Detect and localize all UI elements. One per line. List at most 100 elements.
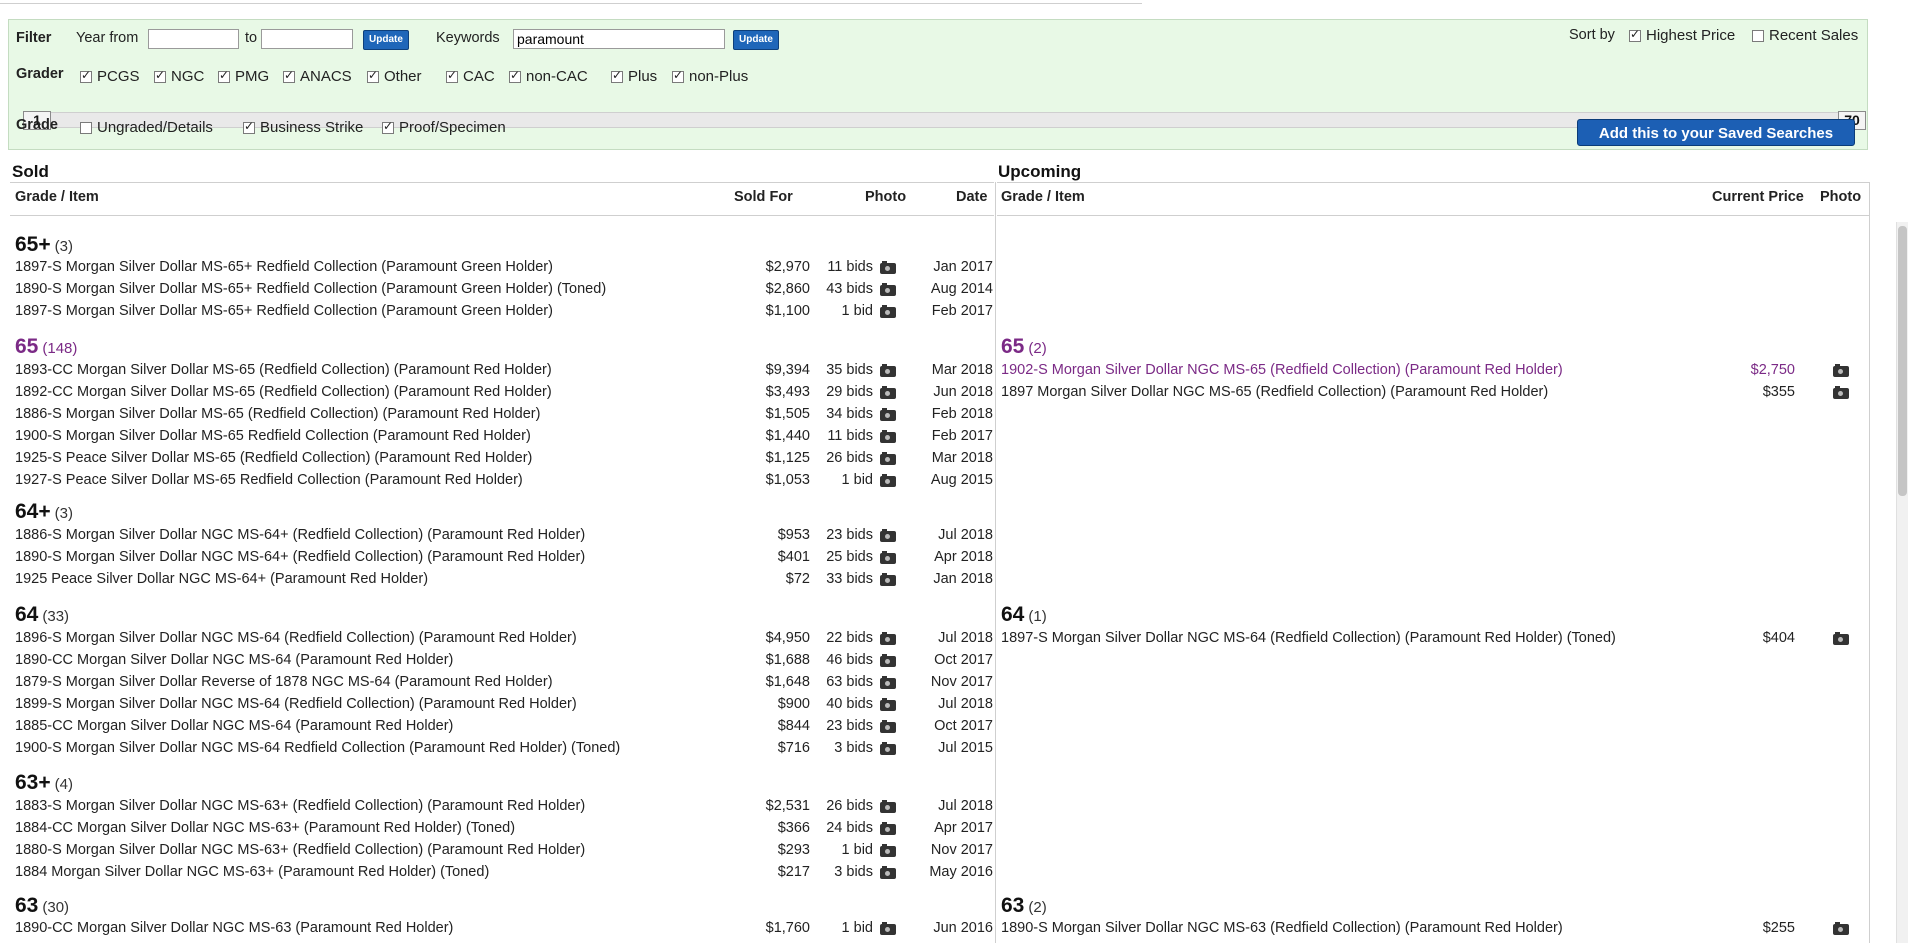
upcoming-table-row[interactable]: 1897-S Morgan Silver Dollar NGC MS-64 (R… — [1001, 630, 1867, 650]
camera-icon[interactable] — [880, 452, 896, 465]
camera-icon[interactable] — [880, 720, 896, 733]
upcoming-grade-group-header[interactable]: 64 (1) — [1001, 603, 1047, 627]
grader-other[interactable]: Other — [367, 68, 422, 85]
sold-item-link[interactable]: 1890-S Morgan Silver Dollar MS-65+ Redfi… — [15, 281, 606, 297]
sold-grade-group-header[interactable]: 63 (30) — [15, 894, 69, 918]
sold-grade-group-header[interactable]: 65+ (3) — [15, 233, 73, 257]
camera-icon[interactable] — [880, 866, 896, 879]
sold-table-row[interactable]: 1893-CC Morgan Silver Dollar MS-65 (Redf… — [15, 362, 993, 382]
checkbox-icon[interactable] — [80, 122, 92, 134]
sold-item-link[interactable]: 1880-S Morgan Silver Dollar NGC MS-63+ (… — [15, 842, 585, 858]
checkbox-icon[interactable] — [672, 68, 684, 83]
sold-table-row[interactable]: 1896-S Morgan Silver Dollar NGC MS-64 (R… — [15, 630, 993, 650]
sort-highest-price[interactable]: Highest Price — [1629, 27, 1735, 44]
sold-header-item[interactable]: Grade / Item — [15, 189, 99, 205]
grader-cac[interactable]: CAC — [446, 68, 495, 85]
checkbox-icon[interactable] — [1752, 30, 1764, 42]
checkbox-icon[interactable] — [509, 68, 521, 83]
checkbox-icon[interactable] — [446, 68, 458, 83]
camera-icon[interactable] — [880, 551, 896, 564]
grader-pcgs[interactable]: PCGS — [80, 68, 140, 85]
sold-item-link[interactable]: 1900-S Morgan Silver Dollar NGC MS-64 Re… — [15, 740, 620, 756]
upcoming-table-row[interactable]: 1890-S Morgan Silver Dollar NGC MS-63 (R… — [1001, 920, 1867, 940]
sold-table-row[interactable]: 1897-S Morgan Silver Dollar MS-65+ Redfi… — [15, 259, 993, 279]
sold-item-link[interactable]: 1893-CC Morgan Silver Dollar MS-65 (Redf… — [15, 362, 552, 378]
camera-icon[interactable] — [1833, 386, 1849, 399]
camera-icon[interactable] — [880, 408, 896, 421]
upcoming-header-item[interactable]: Grade / Item — [1001, 189, 1085, 205]
sold-table-row[interactable]: 1900-S Morgan Silver Dollar MS-65 Redfie… — [15, 428, 993, 448]
sold-table-row[interactable]: 1884-CC Morgan Silver Dollar NGC MS-63+ … — [15, 820, 993, 840]
keywords-input[interactable] — [513, 29, 725, 49]
sold-table-row[interactable]: 1890-S Morgan Silver Dollar NGC MS-64+ (… — [15, 549, 993, 569]
camera-icon[interactable] — [880, 922, 896, 935]
checkbox-icon[interactable] — [1629, 27, 1641, 42]
checkbox-icon[interactable] — [283, 68, 295, 83]
sold-item-link[interactable]: 1886-S Morgan Silver Dollar NGC MS-64+ (… — [15, 527, 585, 543]
sold-grade-group-header[interactable]: 64 (33) — [15, 603, 69, 627]
sold-item-link[interactable]: 1897-S Morgan Silver Dollar MS-65+ Redfi… — [15, 303, 553, 319]
sold-header-sold-for[interactable]: Sold For — [734, 189, 793, 205]
camera-icon[interactable] — [880, 474, 896, 487]
sold-item-link[interactable]: 1890-CC Morgan Silver Dollar NGC MS-63 (… — [15, 920, 453, 936]
sold-item-link[interactable]: 1890-S Morgan Silver Dollar NGC MS-64+ (… — [15, 549, 585, 565]
upcoming-table-row[interactable]: 1897 Morgan Silver Dollar NGC MS-65 (Red… — [1001, 384, 1867, 404]
camera-icon[interactable] — [880, 283, 896, 296]
sold-item-link[interactable]: 1879-S Morgan Silver Dollar Reverse of 1… — [15, 674, 553, 690]
sold-item-link[interactable]: 1884 Morgan Silver Dollar NGC MS-63+ (Pa… — [15, 864, 489, 880]
camera-icon[interactable] — [1833, 632, 1849, 645]
camera-icon[interactable] — [880, 822, 896, 835]
sold-item-link[interactable]: 1886-S Morgan Silver Dollar MS-65 (Redfi… — [15, 406, 540, 422]
upcoming-item-link[interactable]: 1897 Morgan Silver Dollar NGC MS-65 (Red… — [1001, 384, 1548, 400]
sold-table-row[interactable]: 1925 Peace Silver Dollar NGC MS-64+ (Par… — [15, 571, 993, 591]
sold-item-link[interactable]: 1927-S Peace Silver Dollar MS-65 Redfiel… — [15, 472, 523, 488]
sold-item-link[interactable]: 1899-S Morgan Silver Dollar NGC MS-64 (R… — [15, 696, 577, 712]
sold-table-row[interactable]: 1885-CC Morgan Silver Dollar NGC MS-64 (… — [15, 718, 993, 738]
sold-item-link[interactable]: 1883-S Morgan Silver Dollar NGC MS-63+ (… — [15, 798, 585, 814]
sold-item-link[interactable]: 1900-S Morgan Silver Dollar MS-65 Redfie… — [15, 428, 531, 444]
camera-icon[interactable] — [1833, 364, 1849, 377]
sold-table-row[interactable]: 1883-S Morgan Silver Dollar NGC MS-63+ (… — [15, 798, 993, 818]
camera-icon[interactable] — [1833, 922, 1849, 935]
camera-icon[interactable] — [880, 573, 896, 586]
upcoming-grade-group-header[interactable]: 65 (2) — [1001, 335, 1047, 359]
grade-ungraded-details[interactable]: Ungraded/Details — [80, 119, 213, 136]
sold-table-row[interactable]: 1900-S Morgan Silver Dollar NGC MS-64 Re… — [15, 740, 993, 760]
year-update-button[interactable]: Update — [363, 30, 409, 50]
sold-table-row[interactable]: 1890-CC Morgan Silver Dollar NGC MS-63 (… — [15, 920, 993, 940]
year-to-input[interactable] — [261, 29, 353, 49]
sold-item-link[interactable]: 1925-S Peace Silver Dollar MS-65 (Redfie… — [15, 450, 532, 466]
sold-table-row[interactable]: 1879-S Morgan Silver Dollar Reverse of 1… — [15, 674, 993, 694]
sort-recent-sales[interactable]: Recent Sales — [1752, 27, 1858, 44]
upcoming-item-link[interactable]: 1890-S Morgan Silver Dollar NGC MS-63 (R… — [1001, 920, 1563, 936]
sold-item-link[interactable]: 1884-CC Morgan Silver Dollar NGC MS-63+ … — [15, 820, 515, 836]
camera-icon[interactable] — [880, 386, 896, 399]
camera-icon[interactable] — [880, 676, 896, 689]
sold-item-link[interactable]: 1925 Peace Silver Dollar NGC MS-64+ (Par… — [15, 571, 428, 587]
grader-plus[interactable]: Plus — [611, 68, 657, 85]
sold-table-row[interactable]: 1890-S Morgan Silver Dollar MS-65+ Redfi… — [15, 281, 993, 301]
camera-icon[interactable] — [880, 430, 896, 443]
camera-icon[interactable] — [880, 654, 896, 667]
sold-table-row[interactable]: 1897-S Morgan Silver Dollar MS-65+ Redfi… — [15, 303, 993, 323]
upcoming-grade-group-header[interactable]: 63 (2) — [1001, 894, 1047, 918]
sold-table-row[interactable]: 1925-S Peace Silver Dollar MS-65 (Redfie… — [15, 450, 993, 470]
grader-non-cac[interactable]: non-CAC — [509, 68, 588, 85]
upcoming-item-link[interactable]: 1897-S Morgan Silver Dollar NGC MS-64 (R… — [1001, 630, 1616, 646]
sold-grade-group-header[interactable]: 65 (148) — [15, 335, 77, 359]
checkbox-icon[interactable] — [80, 68, 92, 83]
keywords-update-button[interactable]: Update — [733, 30, 779, 50]
sold-item-link[interactable]: 1885-CC Morgan Silver Dollar NGC MS-64 (… — [15, 718, 453, 734]
sold-item-link[interactable]: 1890-CC Morgan Silver Dollar NGC MS-64 (… — [15, 652, 453, 668]
grader-non-plus[interactable]: non-Plus — [672, 68, 748, 85]
grader-ngc[interactable]: NGC — [154, 68, 204, 85]
camera-icon[interactable] — [880, 364, 896, 377]
upcoming-item-link[interactable]: 1902-S Morgan Silver Dollar NGC MS-65 (R… — [1001, 362, 1563, 378]
camera-icon[interactable] — [880, 800, 896, 813]
sold-table-row[interactable]: 1880-S Morgan Silver Dollar NGC MS-63+ (… — [15, 842, 993, 862]
camera-icon[interactable] — [880, 632, 896, 645]
grader-anacs[interactable]: ANACS — [283, 68, 352, 85]
checkbox-icon[interactable] — [382, 119, 394, 134]
sold-item-link[interactable]: 1892-CC Morgan Silver Dollar MS-65 (Redf… — [15, 384, 552, 400]
sold-table-row[interactable]: 1927-S Peace Silver Dollar MS-65 Redfiel… — [15, 472, 993, 492]
